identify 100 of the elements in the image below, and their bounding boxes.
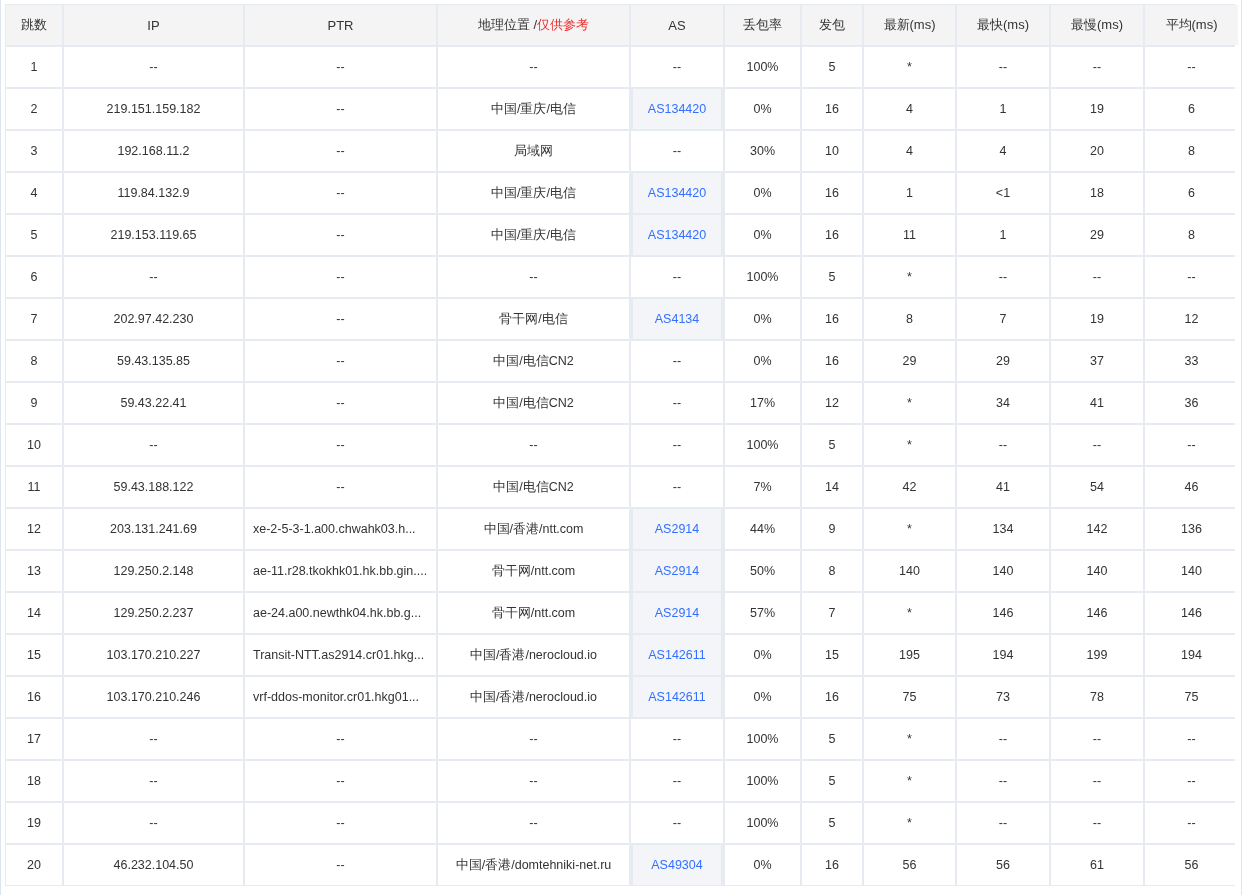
slowest-cell: 61 bbox=[1051, 845, 1143, 885]
latest-cell: * bbox=[864, 383, 955, 423]
column-header-label: PTR bbox=[327, 17, 354, 33]
location-cell: -- bbox=[438, 761, 629, 801]
as-cell: -- bbox=[631, 257, 723, 297]
ip-cell: 129.250.2.148 bbox=[64, 551, 243, 591]
ptr-cell: -- bbox=[245, 467, 436, 507]
latest-cell: * bbox=[864, 509, 955, 549]
ptr-cell: -- bbox=[245, 425, 436, 465]
sent-cell: 16 bbox=[802, 89, 862, 129]
location-cell: 中国/香港/domtehniki-net.ru bbox=[438, 845, 629, 885]
as-cell: -- bbox=[631, 131, 723, 171]
ptr-cell: -- bbox=[245, 131, 436, 171]
as-cell: -- bbox=[631, 47, 723, 87]
average-cell: -- bbox=[1145, 803, 1238, 843]
as-link[interactable]: AS2914 bbox=[633, 551, 721, 591]
as-link[interactable]: AS134420 bbox=[633, 215, 721, 255]
as-link[interactable]: AS134420 bbox=[633, 89, 721, 129]
loss-cell: 100% bbox=[725, 761, 800, 801]
slowest-cell: 19 bbox=[1051, 89, 1143, 129]
latest-cell: * bbox=[864, 425, 955, 465]
hop-cell: 12 bbox=[6, 509, 62, 549]
hop-cell: 16 bbox=[6, 677, 62, 717]
latest-cell: * bbox=[864, 593, 955, 633]
average-cell: -- bbox=[1145, 425, 1238, 465]
column-header-label: 丢包率 bbox=[743, 16, 782, 34]
as-link[interactable]: AS134420 bbox=[633, 173, 721, 213]
ptr-cell: Transit-NTT.as2914.cr01.hkg... bbox=[245, 635, 436, 675]
as-link[interactable]: AS2914 bbox=[633, 593, 721, 633]
location-cell: 骨干网/ntt.com bbox=[438, 551, 629, 591]
average-cell: 6 bbox=[1145, 89, 1238, 129]
location-cell: -- bbox=[438, 425, 629, 465]
ptr-cell: -- bbox=[245, 845, 436, 885]
fastest-cell: 134 bbox=[957, 509, 1049, 549]
as-cell: -- bbox=[631, 467, 723, 507]
loss-cell: 100% bbox=[725, 425, 800, 465]
sent-cell: 5 bbox=[802, 803, 862, 843]
ip-cell: 59.43.22.41 bbox=[64, 383, 243, 423]
latest-cell: 4 bbox=[864, 89, 955, 129]
loss-cell: 100% bbox=[725, 47, 800, 87]
loss-cell: 100% bbox=[725, 719, 800, 759]
ip-cell: 192.168.11.2 bbox=[64, 131, 243, 171]
as-cell: -- bbox=[631, 719, 723, 759]
fastest-cell: 29 bbox=[957, 341, 1049, 381]
column-header-label: 最快(ms) bbox=[977, 16, 1029, 34]
location-cell: 骨干网/ntt.com bbox=[438, 593, 629, 633]
fastest-cell: 41 bbox=[957, 467, 1049, 507]
ip-cell: -- bbox=[64, 257, 243, 297]
ip-cell: 129.250.2.237 bbox=[64, 593, 243, 633]
sent-cell: 5 bbox=[802, 761, 862, 801]
fastest-cell: -- bbox=[957, 719, 1049, 759]
ip-cell: 202.97.42.230 bbox=[64, 299, 243, 339]
fastest-cell: 73 bbox=[957, 677, 1049, 717]
slowest-cell: -- bbox=[1051, 761, 1143, 801]
sent-cell: 14 bbox=[802, 467, 862, 507]
ip-cell: 46.232.104.50 bbox=[64, 845, 243, 885]
fastest-cell: 146 bbox=[957, 593, 1049, 633]
ip-cell: 59.43.188.122 bbox=[64, 467, 243, 507]
slowest-cell: 54 bbox=[1051, 467, 1143, 507]
column-header-label: 平均(ms) bbox=[1165, 16, 1218, 34]
location-cell: 中国/香港/ntt.com bbox=[438, 509, 629, 549]
as-link[interactable]: AS142611 bbox=[633, 677, 721, 717]
column-header-label: IP bbox=[147, 17, 160, 33]
loss-cell: 57% bbox=[725, 593, 800, 633]
loss-cell: 0% bbox=[725, 341, 800, 381]
hop-cell: 18 bbox=[6, 761, 62, 801]
sent-cell: 16 bbox=[802, 677, 862, 717]
average-cell: 33 bbox=[1145, 341, 1238, 381]
location-cell: 中国/电信CN2 bbox=[438, 467, 629, 507]
average-cell: 146 bbox=[1145, 593, 1238, 633]
as-link[interactable]: AS49304 bbox=[633, 845, 721, 885]
as-cell: -- bbox=[631, 383, 723, 423]
as-link[interactable]: AS2914 bbox=[633, 509, 721, 549]
ptr-cell: -- bbox=[245, 803, 436, 843]
hop-cell: 19 bbox=[6, 803, 62, 843]
location-cell: 中国/电信CN2 bbox=[438, 383, 629, 423]
slowest-cell: 20 bbox=[1051, 131, 1143, 171]
ptr-cell: -- bbox=[245, 215, 436, 255]
location-cell: -- bbox=[438, 719, 629, 759]
loss-cell: 0% bbox=[725, 677, 800, 717]
sent-cell: 7 bbox=[802, 593, 862, 633]
ptr-cell: vrf-ddos-monitor.cr01.hkg01... bbox=[245, 677, 436, 717]
average-cell: 136 bbox=[1145, 509, 1238, 549]
hop-cell: 8 bbox=[6, 341, 62, 381]
sent-cell: 16 bbox=[802, 845, 862, 885]
location-cell: 中国/香港/nerocloud.io bbox=[438, 635, 629, 675]
sent-cell: 16 bbox=[802, 341, 862, 381]
as-link[interactable]: AS4134 bbox=[633, 299, 721, 339]
ip-cell: 103.170.210.246 bbox=[64, 677, 243, 717]
loss-cell: 0% bbox=[725, 845, 800, 885]
sent-cell: 16 bbox=[802, 173, 862, 213]
as-link[interactable]: AS142611 bbox=[633, 635, 721, 675]
latest-cell: 75 bbox=[864, 677, 955, 717]
slowest-cell: -- bbox=[1051, 257, 1143, 297]
as-cell: -- bbox=[631, 425, 723, 465]
fastest-cell: -- bbox=[957, 803, 1049, 843]
average-cell: 6 bbox=[1145, 173, 1238, 213]
hop-cell: 9 bbox=[6, 383, 62, 423]
location-cell: 中国/重庆/电信 bbox=[438, 89, 629, 129]
fastest-cell: 194 bbox=[957, 635, 1049, 675]
